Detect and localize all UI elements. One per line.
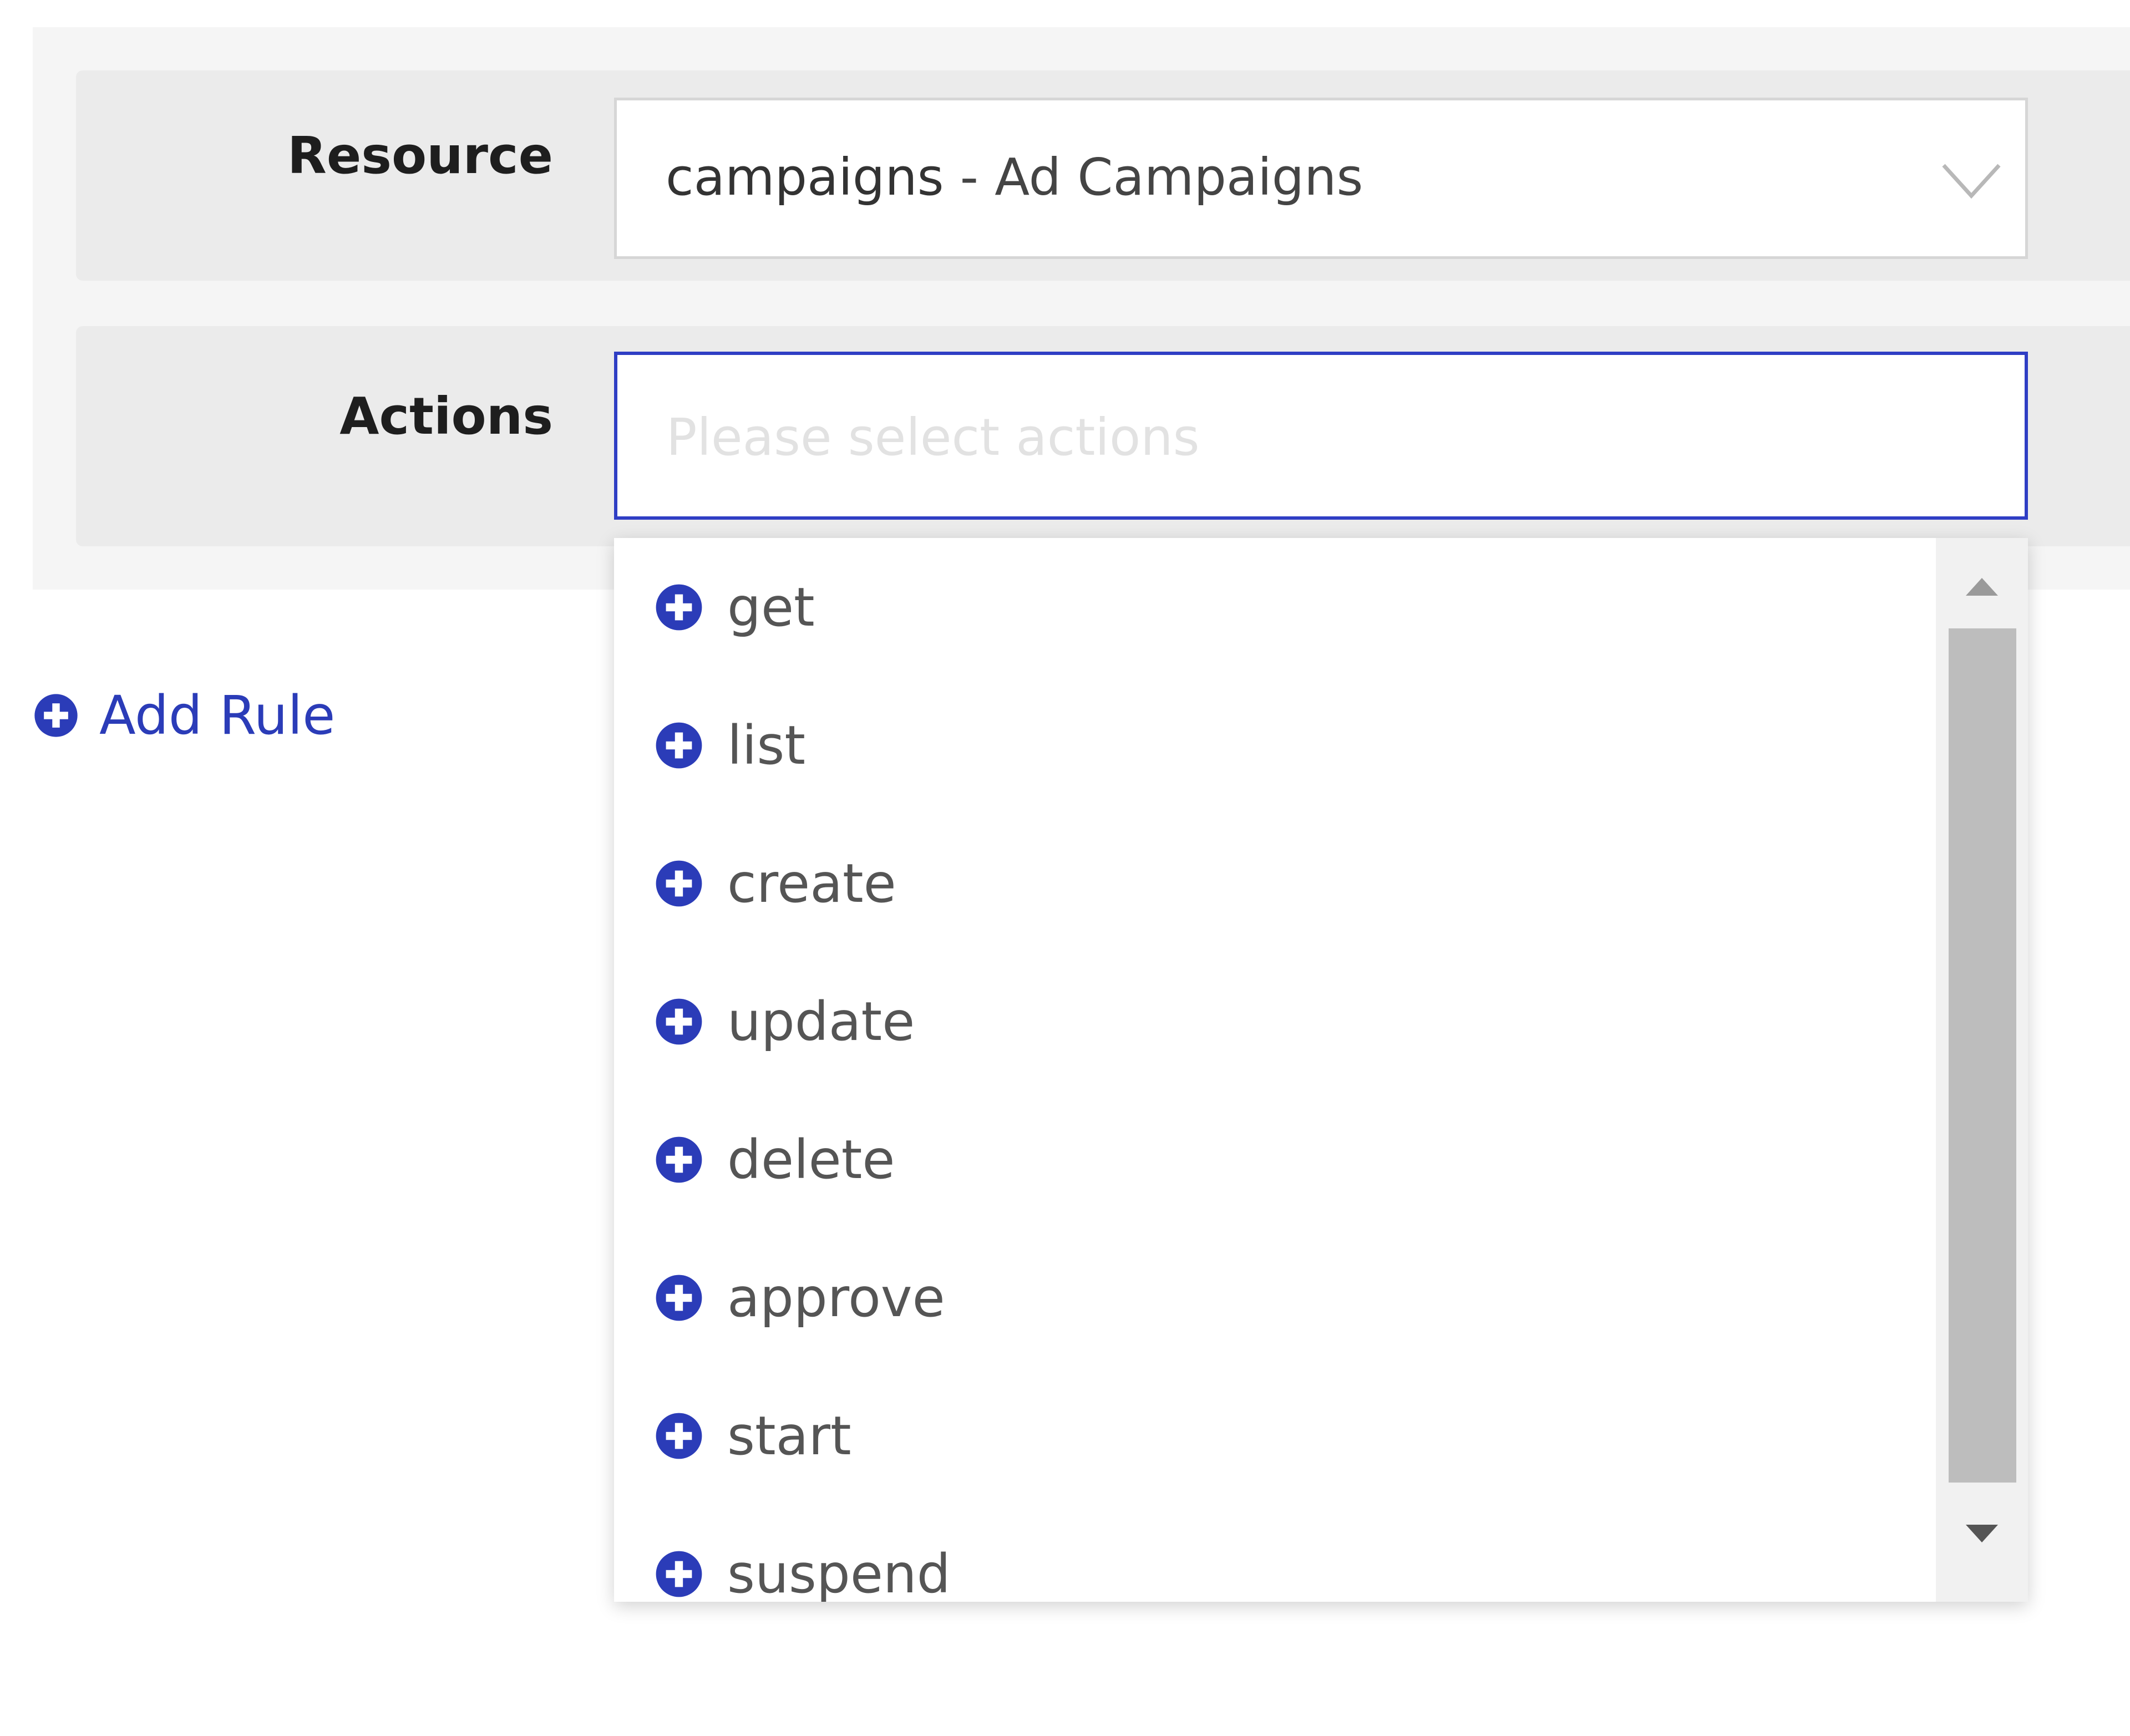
- plus-circle-icon: [656, 998, 702, 1045]
- option-label: create: [727, 852, 896, 915]
- option-list[interactable]: list: [614, 676, 1934, 815]
- option-label: start: [727, 1405, 851, 1467]
- option-approve[interactable]: approve: [614, 1229, 1934, 1367]
- option-label: approve: [727, 1267, 945, 1329]
- scroll-up-arrow-icon[interactable]: [1964, 576, 2000, 598]
- option-label: suspend: [727, 1543, 951, 1602]
- scrollbar-thumb[interactable]: [1949, 628, 2016, 1483]
- option-get[interactable]: get: [614, 538, 1934, 677]
- plus-circle-icon: [656, 1551, 702, 1597]
- plus-circle-icon: [656, 722, 702, 769]
- plus-circle-icon: [656, 1136, 702, 1183]
- scroll-down-arrow-icon[interactable]: [1964, 1522, 2000, 1545]
- resource-description: Ad Campaigns: [995, 148, 1363, 207]
- plus-circle-icon: [656, 860, 702, 907]
- resource-separator: -: [944, 148, 995, 207]
- resource-label: Resource: [287, 126, 553, 185]
- add-rule-link[interactable]: Add Rule: [33, 682, 335, 749]
- option-update[interactable]: update: [614, 952, 1934, 1091]
- plus-circle-icon: [656, 1275, 702, 1321]
- option-delete[interactable]: delete: [614, 1090, 1934, 1229]
- add-rule-label: Add Rule: [99, 684, 336, 747]
- actions-input[interactable]: [666, 404, 1942, 470]
- option-label: delete: [727, 1129, 895, 1191]
- plus-circle-icon: [34, 694, 78, 737]
- resource-selected-value: campaigns - Ad Campaigns: [666, 148, 1363, 207]
- actions-dropdown-menu: get list create update delete approve st…: [614, 538, 2028, 1602]
- actions-label: Actions: [339, 387, 553, 446]
- option-create[interactable]: create: [614, 814, 1934, 953]
- resource-select[interactable]: campaigns - Ad Campaigns: [614, 98, 2028, 259]
- chevron-down-icon[interactable]: [1938, 151, 2005, 207]
- dropdown-scrollbar[interactable]: [1936, 538, 2028, 1602]
- plus-circle-icon: [656, 1413, 702, 1459]
- option-label: list: [727, 714, 805, 776]
- option-label: get: [727, 576, 815, 638]
- option-start[interactable]: start: [614, 1367, 1934, 1505]
- actions-select[interactable]: [614, 352, 2028, 520]
- option-suspend[interactable]: suspend: [614, 1505, 1934, 1602]
- plus-circle-icon: [656, 584, 702, 631]
- option-label: update: [727, 991, 915, 1053]
- resource-name: campaigns: [666, 148, 944, 207]
